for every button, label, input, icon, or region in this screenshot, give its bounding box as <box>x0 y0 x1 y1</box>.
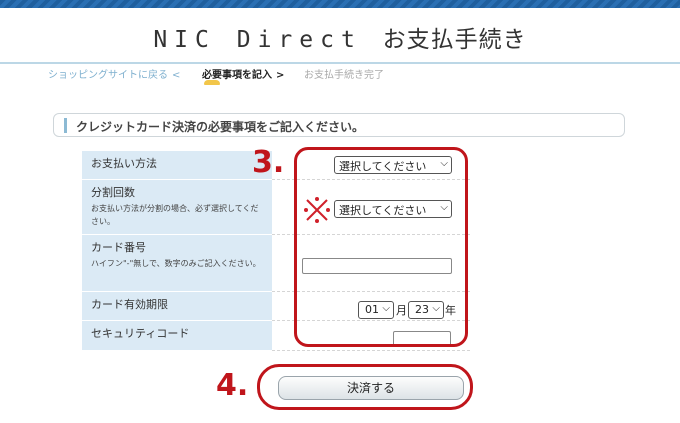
breadcrumb-back-link[interactable]: ショッピングサイトに戻る < <box>48 66 180 81</box>
page-header: NIC Direct お支払手続き <box>0 8 680 62</box>
split-label: 分割回数 お支払い方法が分割の場合、必ず選択してください。 <box>82 180 272 235</box>
annotation-highlight-submit <box>257 364 473 410</box>
method-label: お支払い方法 <box>82 151 272 180</box>
notice-text: クレジットカード決済の必要事項をご記入ください。 <box>76 120 365 134</box>
cvc-label: セキュリティコード <box>82 321 272 351</box>
page-title-latin: NIC Direct <box>153 27 362 53</box>
card-note: ハイフン"-"無しで、数字のみご記入ください。 <box>91 259 261 268</box>
page-title: NIC Direct お支払手続き <box>153 20 526 54</box>
annotation-step-3: 3. <box>252 145 285 180</box>
notice-accent-bar <box>64 118 67 133</box>
breadcrumb-next-step: お支払手続き完了 <box>304 70 384 81</box>
breadcrumb-current-step: 必要事項を記入 > <box>202 70 285 81</box>
header-divider <box>0 62 680 64</box>
split-note: お支払い方法が分割の場合、必ず選択してください。 <box>91 204 259 226</box>
page-title-jp: お支払手続き <box>382 27 527 53</box>
card-label: カード番号 ハイフン"-"無しで、数字のみご記入ください。 <box>82 235 272 292</box>
annotation-step-4: 4. <box>216 368 249 403</box>
expiry-label: カード有効期限 <box>82 292 272 321</box>
current-step-indicator <box>204 80 220 85</box>
annotation-highlight-inputs <box>294 147 468 347</box>
top-stripe <box>0 0 680 8</box>
notice-box: クレジットカード決済の必要事項をご記入ください。 <box>53 113 625 137</box>
